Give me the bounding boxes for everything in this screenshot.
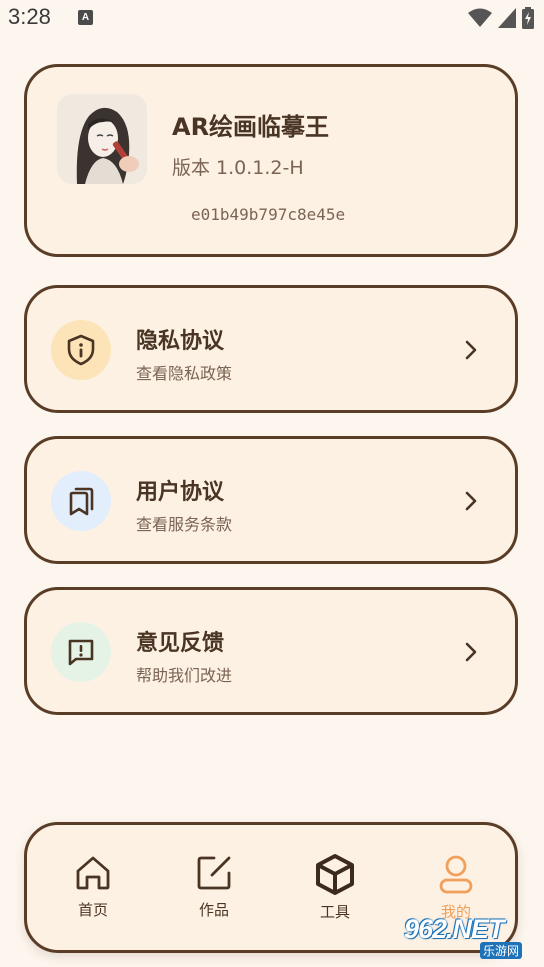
edit-icon bbox=[197, 856, 231, 890]
battery-icon bbox=[522, 7, 534, 29]
agreement-icon-badge bbox=[51, 471, 111, 531]
menu-subtitle: 帮助我们改进 bbox=[136, 666, 233, 685]
watermark-brand: 962.NET bbox=[404, 914, 505, 944]
chevron-right-icon bbox=[465, 340, 477, 360]
home-icon bbox=[76, 856, 110, 890]
feedback-message-icon bbox=[68, 639, 94, 666]
watermark-sub: 乐游网 bbox=[480, 942, 523, 959]
status-icons bbox=[468, 6, 534, 30]
app-hash: e01b49b797c8e45e bbox=[191, 205, 346, 224]
chevron-right-icon bbox=[465, 642, 477, 662]
menu-subtitle: 查看服务条款 bbox=[136, 515, 233, 534]
wifi-icon bbox=[468, 8, 492, 27]
menu-title: 隐私协议 bbox=[136, 329, 225, 354]
menu-item-privacy[interactable]: 隐私协议 查看隐私政策 bbox=[24, 285, 518, 413]
status-time: 3:28 bbox=[8, 4, 51, 29]
nav-tools[interactable]: 工具 bbox=[295, 853, 375, 933]
watermark: 962.NET 乐游网 bbox=[404, 914, 538, 960]
menu-title: 意见反馈 bbox=[136, 631, 225, 656]
user-icon bbox=[439, 855, 473, 894]
nav-home-label: 首页 bbox=[77, 901, 108, 919]
cube-icon bbox=[316, 854, 354, 895]
feedback-icon-badge bbox=[51, 622, 111, 682]
chevron-right-icon bbox=[465, 491, 477, 511]
app-name: AR绘画临摹王 bbox=[172, 113, 330, 141]
menu-item-user-agreement[interactable]: 用户协议 查看服务条款 bbox=[24, 436, 518, 564]
menu-title: 用户协议 bbox=[136, 480, 225, 505]
privacy-icon-badge bbox=[51, 320, 111, 380]
status-bar: 3:28 A bbox=[0, 0, 544, 36]
document-copy-icon bbox=[69, 487, 94, 516]
nav-works[interactable]: 作品 bbox=[174, 853, 254, 933]
app-info-card: AR绘画临摹王 版本 1.0.1.2-H e01b49b797c8e45e bbox=[24, 64, 518, 257]
app-logo bbox=[57, 94, 147, 184]
signal-icon bbox=[498, 8, 516, 28]
nav-tools-label: 工具 bbox=[319, 903, 350, 921]
menu-subtitle: 查看隐私政策 bbox=[136, 364, 233, 383]
nav-home[interactable]: 首页 bbox=[53, 853, 133, 933]
nav-works-label: 作品 bbox=[198, 901, 229, 919]
app-version: 版本 1.0.1.2-H bbox=[172, 157, 304, 179]
menu-item-feedback[interactable]: 意见反馈 帮助我们改进 bbox=[24, 587, 518, 715]
notification-icon: A bbox=[78, 10, 93, 25]
shield-info-icon bbox=[67, 334, 95, 366]
